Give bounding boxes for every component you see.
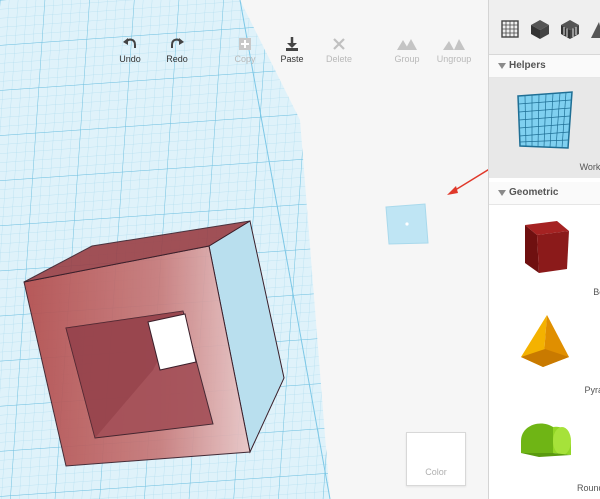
- section-helpers[interactable]: Helpers: [489, 55, 600, 78]
- shape-tile-label: Box: [593, 287, 600, 297]
- redo-label: Redo: [166, 54, 188, 64]
- copy-button[interactable]: Copy: [222, 36, 268, 64]
- cube-icon[interactable]: [529, 18, 551, 40]
- shape-library-sidebar: Helpers Workplane Geometric Box: [488, 0, 600, 499]
- delete-icon: [333, 38, 345, 50]
- box-icon: [525, 221, 569, 273]
- more-icon[interactable]: [589, 18, 600, 40]
- paste-button[interactable]: Paste: [269, 36, 315, 64]
- undo-button[interactable]: Undo: [107, 36, 153, 64]
- section-helpers-title: Helpers: [509, 60, 546, 71]
- shape-tile-label: Round Roof: [576, 483, 600, 493]
- pointer-arrow: [451, 169, 488, 193]
- collapse-triangle-icon: [498, 63, 506, 69]
- round-roof-icon: [521, 423, 571, 457]
- workplane-icon: [517, 91, 573, 149]
- ungroup-button[interactable]: Ungroup: [431, 36, 477, 64]
- group-label: Group: [394, 54, 420, 64]
- redo-button[interactable]: Redo: [154, 36, 200, 64]
- shape-tile-box[interactable]: Box: [489, 205, 600, 303]
- ungroup-label: Ungroup: [436, 54, 472, 64]
- paste-label: Paste: [280, 54, 304, 64]
- undo-icon: [123, 38, 136, 48]
- shape-tile-pyramid[interactable]: Pyramid: [489, 303, 600, 401]
- color-label: Color: [425, 467, 447, 477]
- collapse-triangle-icon: [498, 190, 506, 196]
- color-panel[interactable]: Color: [406, 432, 466, 486]
- group-icon: [397, 39, 417, 50]
- toolbar: Undo Redo Copy Paste Delete Group Ungrou…: [0, 36, 488, 66]
- paste-icon: [286, 37, 298, 51]
- shape-tile-label: Workplane: [579, 162, 600, 172]
- workplane-scene[interactable]: [0, 0, 488, 499]
- copy-icon: [239, 38, 251, 50]
- delete-button[interactable]: Delete: [316, 36, 362, 64]
- shape-tile-round-roof[interactable]: Round Roof: [489, 401, 600, 499]
- striped-cube-icon[interactable]: [559, 18, 581, 40]
- 3d-viewport[interactable]: Undo Redo Copy Paste Delete Group Ungrou…: [0, 0, 488, 499]
- shape-tile-label: Pyramid: [584, 385, 600, 395]
- copy-label: Copy: [234, 54, 256, 64]
- shape-tile-workplane[interactable]: Workplane: [489, 78, 600, 178]
- group-button[interactable]: Group: [384, 36, 430, 64]
- delete-label: Delete: [325, 54, 352, 64]
- redo-icon: [171, 38, 184, 48]
- sidebar-tabs: [489, 0, 600, 55]
- pyramid-icon: [521, 315, 569, 367]
- grid-icon[interactable]: [499, 18, 521, 40]
- section-geometric[interactable]: Geometric: [489, 182, 600, 205]
- undo-label: Undo: [119, 54, 141, 64]
- ungroup-icon: [443, 39, 465, 50]
- section-geometric-title: Geometric: [509, 187, 559, 198]
